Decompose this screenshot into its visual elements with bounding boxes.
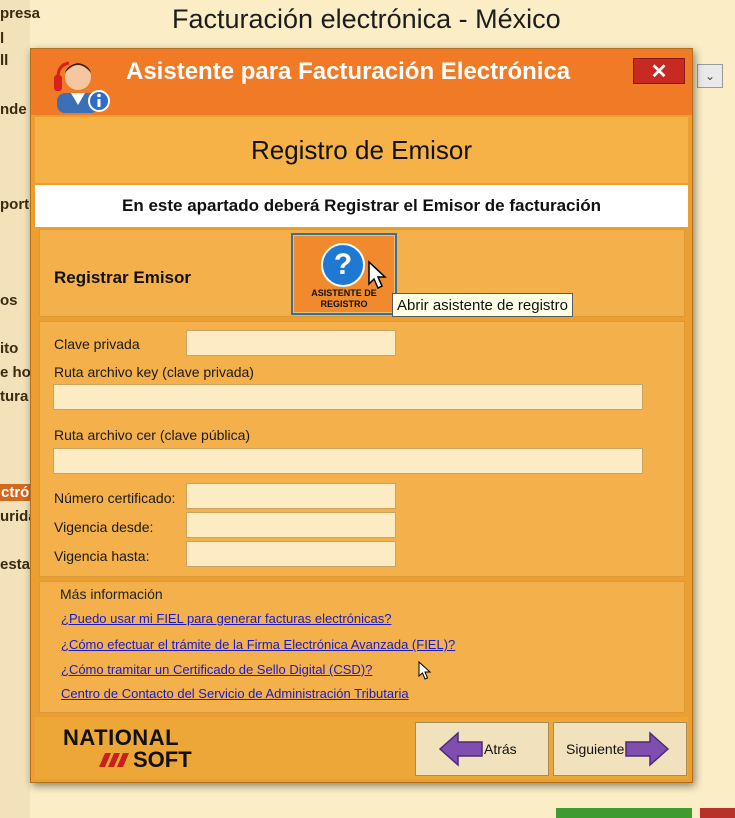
- section-header: Registro de Emisor: [35, 117, 688, 183]
- chevron-down-icon[interactable]: ⌄: [697, 64, 723, 88]
- more-info-panel: Más información ¿Puedo usar mi FIEL para…: [39, 581, 685, 713]
- next-button-label: Siguiente: [566, 741, 625, 757]
- back-button[interactable]: Atrás: [415, 722, 549, 776]
- app-title: Facturación electrónica - México: [172, 4, 561, 34]
- ruta-cer-label: Ruta archivo cer (clave pública): [54, 427, 251, 443]
- section-title: Registro de Emisor: [250, 134, 473, 165]
- register-panel: Registrar Emisor ? ASISTENTE DE REGISTRO: [39, 229, 685, 317]
- vigencia-desde-label: Vigencia desde:: [54, 519, 154, 535]
- status-bar-green: [556, 808, 692, 818]
- mouse-cursor-icon: [418, 661, 432, 680]
- vigencia-hasta-input[interactable]: [186, 541, 396, 567]
- close-icon: ✕: [650, 60, 668, 83]
- numero-certificado-input[interactable]: [186, 483, 396, 509]
- description-text: En este apartado deberá Registrar el Emi…: [122, 196, 601, 215]
- dialog-title: Asistente para Facturación Electrónica: [126, 58, 571, 85]
- dialog-footer: NATIONAL SOFT Atrás Siguiente: [35, 717, 688, 779]
- link-tramitar-csd[interactable]: ¿Cómo tramitar un Certificado de Sello D…: [61, 662, 372, 677]
- numero-certificado-label: Número certificado:: [54, 490, 176, 506]
- mouse-cursor-icon: [368, 260, 387, 290]
- close-button[interactable]: ✕: [633, 58, 685, 84]
- form-panel: Clave privada Ruta archivo key (clave pr…: [39, 321, 685, 577]
- sidebar-fragment[interactable]: os: [0, 292, 18, 309]
- description-band: En este apartado deberá Registrar el Emi…: [35, 185, 688, 227]
- arrow-right-icon: [625, 731, 670, 767]
- dialog-titlebar[interactable]: Asistente para Facturación Electrónica ✕: [31, 49, 692, 115]
- register-label: Registrar Emisor: [54, 268, 191, 287]
- link-centro-contacto-sat[interactable]: Centro de Contacto del Servicio de Admin…: [61, 686, 409, 701]
- link-fiel-facturas[interactable]: ¿Puedo usar mi FIEL para generar factura…: [61, 611, 391, 626]
- wizard-dialog: Asistente para Facturación Electrónica ✕…: [30, 48, 693, 783]
- sidebar-fragment-active[interactable]: ctró: [0, 484, 31, 501]
- ruta-key-label: Ruta archivo key (clave privada): [54, 364, 254, 380]
- support-agent-icon: [54, 61, 110, 113]
- vigencia-hasta-label: Vigencia hasta:: [54, 548, 150, 564]
- sidebar-fragment[interactable]: esta: [0, 556, 30, 573]
- ruta-key-input[interactable]: [53, 384, 643, 410]
- button-label-line2: REGISTRO: [320, 299, 368, 309]
- vigencia-desde-input[interactable]: [186, 512, 396, 538]
- sidebar-fragment[interactable]: e ho: [0, 364, 31, 381]
- ruta-cer-input[interactable]: [53, 448, 643, 474]
- clave-privada-input[interactable]: [186, 330, 396, 356]
- sidebar-fragment[interactable]: presa: [0, 5, 40, 22]
- logo-mark-icon: [99, 753, 129, 767]
- tooltip: Abrir asistente de registro: [392, 293, 573, 317]
- link-tramite-fiel[interactable]: ¿Cómo efectuar el trámite de la Firma El…: [61, 637, 455, 652]
- clave-privada-label: Clave privada: [54, 336, 140, 352]
- more-info-title: Más información: [60, 586, 163, 602]
- sidebar-fragment[interactable]: nde: [0, 101, 27, 118]
- sidebar-fragment[interactable]: l: [0, 30, 4, 47]
- sidebar-fragment[interactable]: ll: [0, 52, 8, 69]
- logo-line2: SOFT: [133, 747, 192, 772]
- national-soft-logo: NATIONAL SOFT: [63, 725, 192, 773]
- background-sidebar: [0, 0, 30, 818]
- next-button[interactable]: Siguiente: [553, 722, 687, 776]
- arrow-left-icon: [438, 731, 483, 767]
- back-button-label: Atrás: [484, 741, 517, 757]
- sidebar-fragment[interactable]: tura: [0, 388, 28, 405]
- status-bar-red: [700, 808, 735, 818]
- sidebar-fragment[interactable]: ito: [0, 340, 18, 357]
- question-icon: ?: [321, 243, 365, 287]
